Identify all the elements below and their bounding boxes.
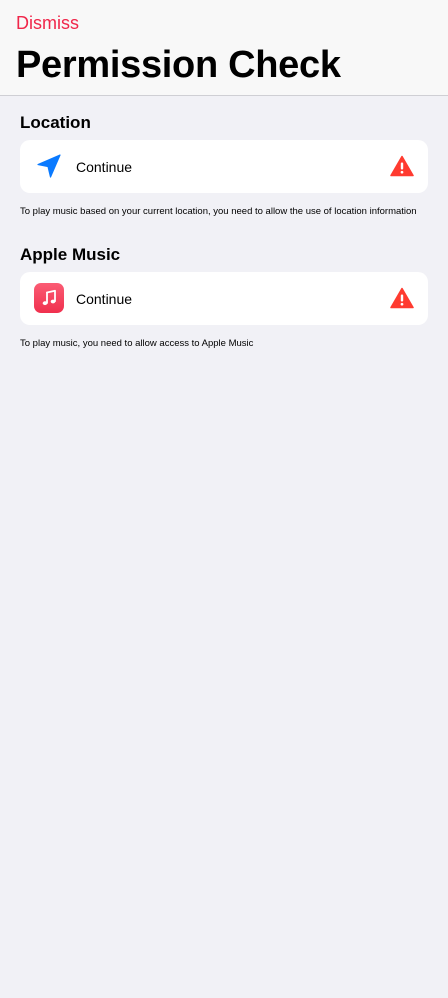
location-footnote: To play music based on your current loca… <box>20 206 417 217</box>
location-arrow-icon <box>34 151 64 181</box>
section-title-apple-music: Apple Music <box>20 245 121 264</box>
dismiss-button[interactable]: Dismiss <box>16 11 79 35</box>
location-permission-row[interactable]: Continue <box>20 140 428 193</box>
apple-music-icon <box>34 283 64 313</box>
apple-music-permission-row[interactable]: Continue <box>20 272 428 325</box>
apple-music-footnote: To play music, you need to allow access … <box>20 338 254 349</box>
page-title: Permission Check <box>16 44 341 86</box>
apple-music-continue-label: Continue <box>76 291 133 307</box>
location-continue-label: Continue <box>76 159 133 175</box>
section-title-location: Location <box>20 113 91 132</box>
warning-icon <box>390 286 414 310</box>
warning-icon <box>390 154 414 178</box>
navigation-header: Dismiss Permission Check <box>0 0 448 96</box>
